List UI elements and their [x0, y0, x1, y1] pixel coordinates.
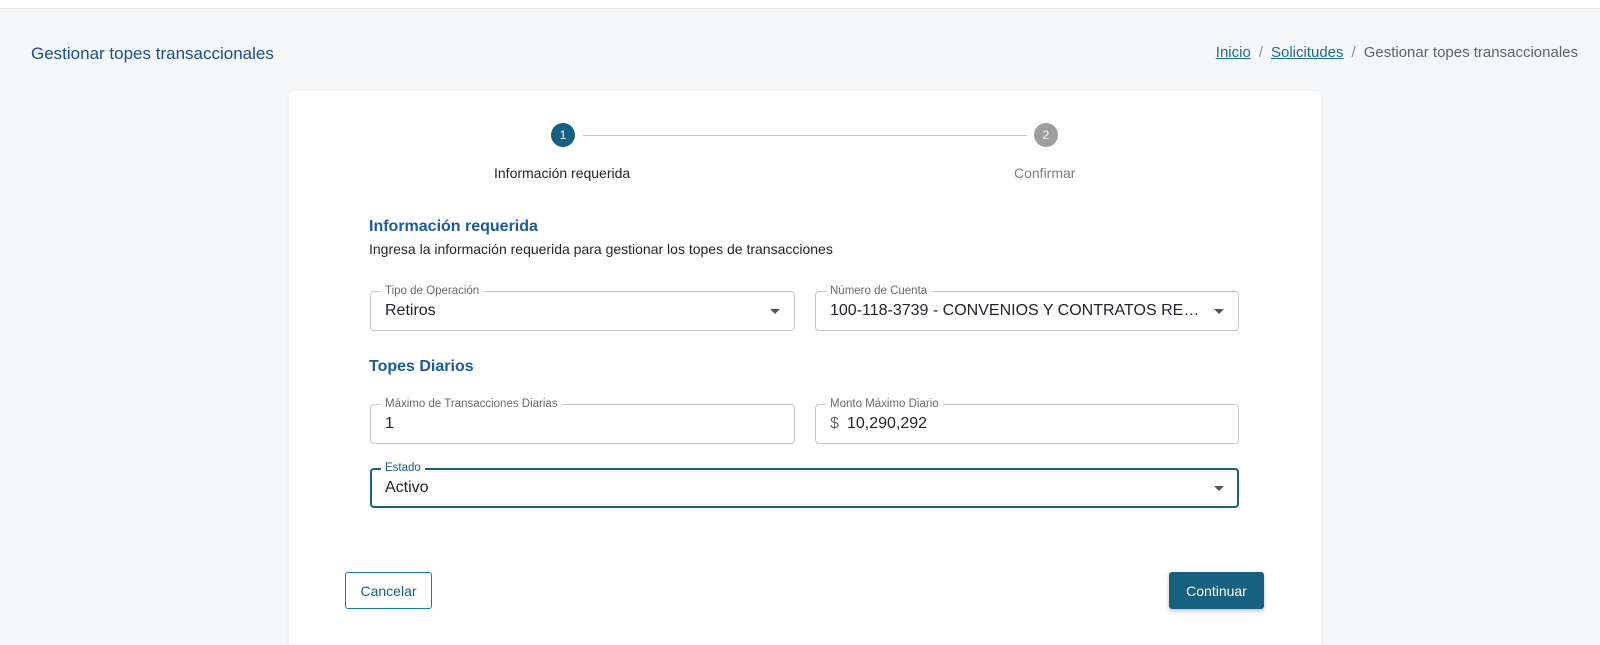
breadcrumb-separator: /	[1351, 44, 1356, 61]
step-1-indicator: 1	[551, 123, 575, 147]
max-daily-amount-value: 10,290,292	[847, 415, 928, 432]
step-2-indicator: 2	[1034, 123, 1058, 147]
daily-limits-title: Topes Diarios	[369, 358, 474, 375]
page-title: Gestionar topes transaccionales	[31, 44, 274, 63]
account-number-value: 100-118-3739 - CONVENIOS Y CONTRATOS REC…	[830, 302, 1200, 319]
status-value: Activo	[385, 479, 429, 496]
step-1-label: Información requerida	[494, 165, 631, 181]
max-daily-amount-input[interactable]: Monto Máximo Diario $ 10,290,292	[815, 397, 1239, 444]
operation-type-value: Retiros	[385, 302, 436, 319]
account-number-select[interactable]: Número de Cuenta 100-118-3739 - CONVENIO…	[815, 284, 1239, 331]
stepper-connector	[583, 135, 1027, 136]
cancel-button[interactable]: Cancelar	[345, 572, 432, 609]
breadcrumb-separator: /	[1258, 44, 1263, 61]
chevron-down-icon	[770, 309, 780, 314]
breadcrumb: Inicio / Solicitudes / Gestionar topes t…	[1216, 44, 1578, 61]
currency-prefix: $	[830, 415, 839, 432]
chevron-down-icon	[1214, 309, 1224, 314]
breadcrumb-requests-link[interactable]: Solicitudes	[1271, 44, 1344, 61]
breadcrumb-home-link[interactable]: Inicio	[1216, 44, 1251, 61]
section-description: Ingresa la información requerida para ge…	[369, 241, 833, 257]
top-bar	[0, 0, 1600, 9]
continue-button[interactable]: Continuar	[1169, 572, 1264, 609]
max-daily-transactions-input[interactable]: Máximo de Transacciones Diarias 1	[370, 397, 795, 444]
step-2-label: Confirmar	[1014, 165, 1076, 181]
account-number-label: Número de Cuenta	[826, 284, 932, 298]
section-title: Información requerida	[369, 218, 538, 235]
status-label: Estado	[381, 461, 425, 475]
operation-type-select[interactable]: Tipo de Operación Retiros	[370, 284, 795, 331]
breadcrumb-current: Gestionar topes transaccionales	[1363, 44, 1578, 61]
operation-type-label: Tipo de Operación	[381, 284, 484, 298]
max-daily-transactions-label: Máximo de Transacciones Diarias	[381, 397, 562, 411]
max-daily-amount-label: Monto Máximo Diario	[826, 397, 943, 411]
max-daily-transactions-value: 1	[385, 415, 394, 432]
chevron-down-icon	[1214, 486, 1224, 491]
status-select[interactable]: Estado Activo	[370, 461, 1239, 508]
